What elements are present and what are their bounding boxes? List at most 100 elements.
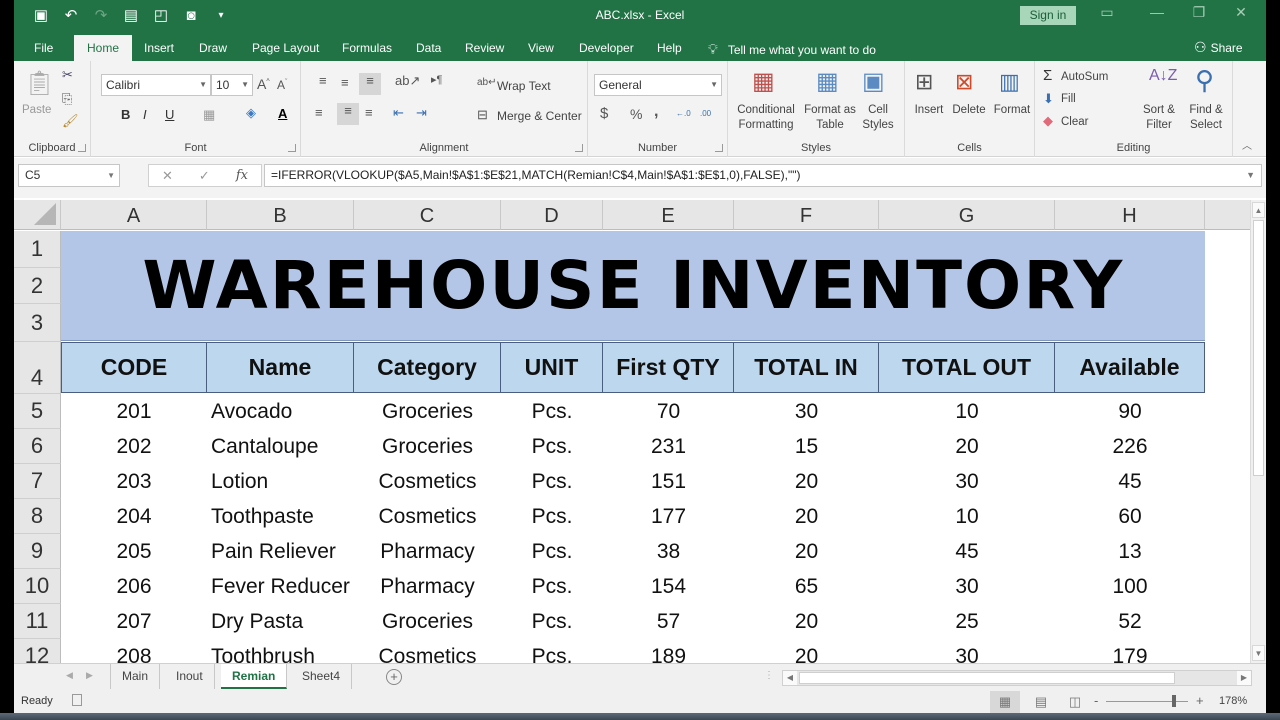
percent-button[interactable]: % — [630, 106, 642, 122]
tab-formulas[interactable]: Formulas — [342, 38, 392, 61]
table-cell[interactable]: 30 — [734, 394, 879, 429]
collapse-ribbon-icon[interactable]: ︿ — [1242, 137, 1252, 152]
horizontal-scrollbar[interactable]: ◀ ▶ — [782, 670, 1252, 686]
table-cell[interactable]: Pcs. — [501, 534, 603, 569]
underline-button[interactable]: U — [165, 107, 174, 122]
table-cell[interactable]: 189 — [603, 639, 734, 664]
copy-icon[interactable]: ⎘ — [62, 91, 72, 107]
row-header-11[interactable]: 11 — [14, 604, 61, 639]
fill-color-icon[interactable]: ◈ — [246, 105, 256, 121]
find-select-button[interactable]: Find & Select — [1183, 103, 1229, 133]
table-header-cell[interactable]: Name — [207, 342, 354, 393]
vertical-scrollbar[interactable]: ▲ ▼ — [1250, 200, 1266, 663]
row-header-12[interactable]: 12 — [14, 639, 61, 663]
table-cell[interactable]: 20 — [734, 604, 879, 639]
sign-in-button[interactable]: Sign in — [1020, 6, 1076, 25]
table-cell[interactable]: Pain Reliever — [207, 534, 354, 569]
number-launcher-icon[interactable] — [715, 144, 723, 152]
share-button[interactable]: ⚇ Share — [1194, 39, 1243, 56]
table-cell[interactable]: Pcs. — [501, 499, 603, 534]
bottom-align-icon[interactable]: ≡ — [359, 73, 381, 95]
table-cell[interactable]: Avocado — [207, 394, 354, 429]
zoom-out-button[interactable]: - — [1094, 693, 1098, 708]
merge-center-button[interactable]: Merge & Center — [497, 109, 582, 124]
table-cell[interactable]: 45 — [879, 534, 1055, 569]
row-header-7[interactable]: 7 — [14, 464, 61, 499]
sheet-tab-sheet4[interactable]: Sheet4 — [291, 664, 353, 689]
enter-icon[interactable]: ✓ — [199, 168, 210, 184]
tell-me-search[interactable]: 💡︎ Tell me what you want to do — [708, 41, 876, 58]
cancel-icon[interactable]: ✕ — [162, 168, 173, 184]
table-cell[interactable]: 60 — [1055, 499, 1205, 534]
table-cell[interactable]: 20 — [734, 639, 879, 664]
increase-font-icon[interactable]: A^ — [257, 76, 270, 92]
table-cell[interactable]: 208 — [61, 639, 207, 664]
table-cell[interactable]: 90 — [1055, 394, 1205, 429]
fill-button[interactable]: Fill — [1061, 92, 1076, 107]
insert-function-icon[interactable]: fx — [236, 168, 248, 183]
column-header-a[interactable]: A — [61, 200, 207, 230]
clear-button[interactable]: Clear — [1061, 115, 1088, 130]
column-header-f[interactable]: F — [734, 200, 879, 230]
table-cell[interactable]: 38 — [603, 534, 734, 569]
table-cell[interactable]: 15 — [734, 429, 879, 464]
expand-formula-icon[interactable]: ▼ — [1246, 165, 1255, 186]
middle-align-icon[interactable]: ≡ — [341, 75, 349, 90]
table-cell[interactable]: Cosmetics — [354, 639, 501, 664]
row-header-10[interactable]: 10 — [14, 569, 61, 604]
select-all-button[interactable] — [14, 200, 61, 230]
table-cell[interactable]: 13 — [1055, 534, 1205, 569]
table-cell[interactable]: 30 — [879, 569, 1055, 604]
zoom-slider-thumb[interactable] — [1172, 695, 1176, 707]
format-cells-button[interactable]: Format — [991, 103, 1033, 118]
table-cell[interactable]: Dry Pasta — [207, 604, 354, 639]
decrease-indent-icon[interactable]: ⇤ — [393, 105, 404, 121]
italic-button[interactable]: I — [143, 107, 147, 122]
tab-data[interactable]: Data — [416, 38, 441, 61]
align-right-icon[interactable]: ≡ — [365, 105, 373, 120]
restore-button[interactable]: ❐ — [1184, 4, 1214, 21]
column-header-b[interactable]: B — [207, 200, 354, 230]
page-break-view-icon[interactable]: ◫ — [1060, 691, 1090, 713]
table-cell[interactable]: Cosmetics — [354, 499, 501, 534]
column-header-d[interactable]: D — [501, 200, 603, 230]
column-header-h[interactable]: H — [1055, 200, 1205, 230]
table-cell[interactable]: Pcs. — [501, 394, 603, 429]
table-cell[interactable]: Cantaloupe — [207, 429, 354, 464]
ribbon-display-options-icon[interactable]: ▭ — [1092, 4, 1122, 21]
table-cell[interactable]: Cosmetics — [354, 464, 501, 499]
row-header-1[interactable]: 1 — [14, 231, 61, 268]
table-cell[interactable]: 201 — [61, 394, 207, 429]
tab-developer[interactable]: Developer — [579, 38, 634, 61]
table-cell[interactable]: 20 — [734, 464, 879, 499]
table-header-cell[interactable]: Category — [354, 342, 501, 393]
clipboard-launcher-icon[interactable] — [78, 144, 86, 152]
tab-view[interactable]: View — [528, 38, 554, 61]
horizontal-scroll-thumb[interactable] — [799, 672, 1175, 684]
table-header-cell[interactable]: UNIT — [501, 342, 603, 393]
decrease-font-icon[interactable]: Aˇ — [277, 78, 287, 92]
table-header-cell[interactable]: CODE — [61, 342, 207, 393]
table-cell[interactable]: 70 — [603, 394, 734, 429]
macro-recording-icon[interactable] — [72, 694, 82, 706]
sheet-title-cell[interactable]: WAREHOUSE INVENTORY — [61, 231, 1205, 341]
table-cell[interactable]: Groceries — [354, 394, 501, 429]
row-header-6[interactable]: 6 — [14, 429, 61, 464]
table-cell[interactable]: Lotion — [207, 464, 354, 499]
tab-home[interactable]: Home — [74, 35, 133, 61]
vertical-scroll-thumb[interactable] — [1253, 220, 1264, 476]
table-cell[interactable]: 151 — [603, 464, 734, 499]
table-cell[interactable]: Pcs. — [501, 464, 603, 499]
format-as-table-button[interactable]: Format as Table — [804, 103, 856, 133]
row-header-5[interactable]: 5 — [14, 394, 61, 429]
currency-button[interactable]: $ — [600, 105, 608, 122]
table-cell[interactable]: 100 — [1055, 569, 1205, 604]
table-header-cell[interactable]: Available — [1055, 342, 1205, 393]
number-format-select[interactable]: General ▼ — [594, 74, 722, 96]
row-header-8[interactable]: 8 — [14, 499, 61, 534]
tab-draw[interactable]: Draw — [199, 38, 227, 61]
wrap-text-button[interactable]: Wrap Text — [497, 79, 551, 94]
minimize-button[interactable]: — — [1142, 4, 1172, 20]
tab-insert[interactable]: Insert — [144, 38, 174, 61]
prev-sheet-icon[interactable]: ◀ — [66, 670, 73, 681]
